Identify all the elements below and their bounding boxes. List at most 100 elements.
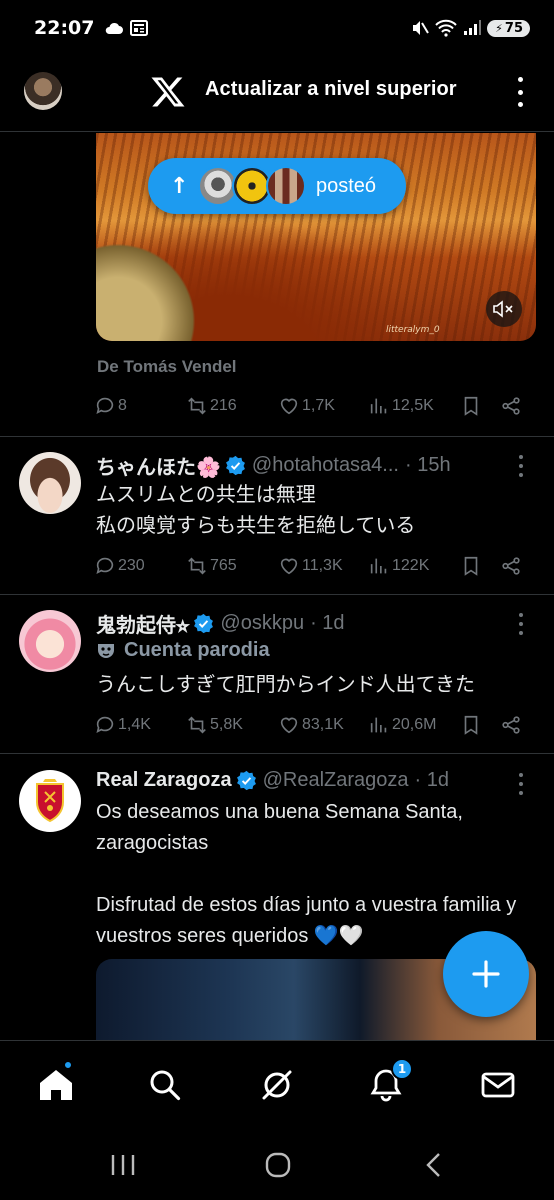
tweet-time: · 1d bbox=[310, 612, 345, 634]
timeline-feed[interactable]: litteralym_0 ↑ posteó De Tomás Vendel 8 … bbox=[0, 133, 554, 1040]
wifi-icon bbox=[435, 19, 457, 37]
bookmark-icon bbox=[464, 396, 478, 416]
share-icon bbox=[502, 716, 520, 734]
new-posts-pill[interactable]: ↑ posteó bbox=[148, 158, 406, 214]
home-system-button[interactable] bbox=[260, 1150, 296, 1180]
tweet-text: Os deseamos una buena Semana Santa, zara… bbox=[96, 801, 517, 947]
arrow-up-icon: ↑ bbox=[170, 173, 189, 199]
like-count: 11,3K bbox=[302, 557, 343, 574]
like-button[interactable]: 83,1K bbox=[278, 714, 344, 736]
verified-badge-icon bbox=[194, 613, 214, 634]
author-avatar[interactable] bbox=[19, 610, 81, 672]
status-bar: 22:07 ⚡ 75 bbox=[0, 0, 554, 56]
status-time: 22:07 bbox=[34, 17, 95, 39]
bookmark-button[interactable] bbox=[460, 714, 482, 736]
share-button[interactable] bbox=[500, 555, 522, 577]
repost-count: 216 bbox=[210, 397, 237, 414]
author-avatar[interactable] bbox=[19, 770, 81, 832]
system-navigation-bar bbox=[0, 1130, 554, 1200]
author-handle[interactable]: @RealZaragoza bbox=[263, 769, 409, 792]
repost-button[interactable]: 5,8K bbox=[186, 714, 243, 736]
author-name[interactable]: 鬼勃起侍⭐︎ bbox=[96, 609, 189, 638]
views-button[interactable]: 20,6M bbox=[368, 714, 436, 736]
heart-icon bbox=[280, 558, 298, 575]
plus-icon bbox=[472, 960, 500, 988]
author-handle[interactable]: @hotahotasa4... bbox=[252, 454, 399, 477]
profile-avatar[interactable] bbox=[24, 72, 62, 110]
heart-icon bbox=[280, 717, 298, 734]
views-count: 122K bbox=[392, 557, 430, 574]
bookmark-button[interactable] bbox=[460, 555, 482, 577]
tweet-time: · 15h bbox=[404, 454, 451, 476]
tweet-text: ムスリムとの共生は無理 私の嗅覚すらも共生を拒絶している bbox=[96, 484, 416, 537]
repost-button[interactable]: 765 bbox=[186, 555, 237, 577]
reply-count: 230 bbox=[118, 557, 145, 574]
verified-badge-icon bbox=[225, 455, 245, 476]
heart-icon bbox=[280, 398, 298, 415]
recent-apps-icon bbox=[111, 1155, 135, 1175]
tweet-more-icon[interactable] bbox=[519, 613, 525, 635]
real-zaragoza-crest-icon bbox=[36, 779, 64, 823]
upgrade-link[interactable]: Actualizar a nivel superior bbox=[205, 78, 457, 101]
mask-icon bbox=[98, 643, 114, 658]
nav-notifications[interactable]: 1 bbox=[366, 1058, 413, 1105]
battery-level: 75 bbox=[504, 20, 523, 36]
reply-button[interactable]: 8 bbox=[94, 395, 127, 417]
video-attribution[interactable]: De Tomás Vendel bbox=[97, 357, 237, 377]
home-icon bbox=[40, 1070, 72, 1100]
views-button[interactable]: 122K bbox=[368, 555, 429, 577]
share-icon bbox=[502, 397, 520, 415]
pill-avatar bbox=[266, 166, 306, 206]
tweet-more-icon[interactable] bbox=[519, 773, 525, 795]
nav-search[interactable] bbox=[145, 1065, 185, 1105]
like-button[interactable]: 11,3K bbox=[278, 555, 343, 577]
mute-video-button[interactable] bbox=[486, 291, 522, 327]
recent-apps-button[interactable] bbox=[105, 1150, 141, 1180]
back-button[interactable] bbox=[416, 1150, 452, 1180]
signal-icon bbox=[464, 20, 482, 35]
views-icon bbox=[370, 558, 387, 574]
notifications-badge: 1 bbox=[391, 1058, 413, 1080]
like-count: 83,1K bbox=[302, 716, 344, 733]
repost-count: 5,8K bbox=[210, 716, 243, 733]
repost-button[interactable]: 216 bbox=[186, 395, 237, 417]
tweet-header: 鬼勃起侍⭐︎ @oskkpu · 1d bbox=[96, 609, 345, 638]
views-button[interactable]: 12,5K bbox=[368, 395, 434, 417]
verified-badge-icon bbox=[236, 770, 256, 791]
tweet-more-icon[interactable] bbox=[519, 455, 525, 477]
views-count: 20,6M bbox=[392, 716, 437, 733]
tweet-header: Real Zaragoza @RealZaragoza · 1d bbox=[96, 769, 449, 792]
views-count: 12,5K bbox=[392, 397, 434, 414]
author-name[interactable]: ちゃんほた🌸 bbox=[96, 451, 221, 480]
like-count: 1,7K bbox=[302, 397, 335, 414]
reply-button[interactable]: 1,4K bbox=[94, 714, 151, 736]
share-button[interactable] bbox=[500, 714, 522, 736]
share-button[interactable] bbox=[500, 395, 522, 417]
author-handle[interactable]: @oskkpu bbox=[220, 612, 304, 635]
views-icon bbox=[370, 398, 387, 414]
bookmark-icon bbox=[464, 715, 478, 735]
author-name[interactable]: Real Zaragoza bbox=[96, 769, 232, 792]
reply-icon bbox=[96, 716, 114, 733]
battery-icon: ⚡ 75 bbox=[487, 19, 530, 37]
views-icon bbox=[370, 717, 387, 733]
reply-icon bbox=[96, 397, 114, 414]
back-icon bbox=[426, 1153, 440, 1177]
bottom-navigation: 1 bbox=[0, 1040, 554, 1130]
x-logo-icon[interactable] bbox=[150, 74, 186, 110]
nav-home[interactable] bbox=[36, 1060, 76, 1105]
feed-divider bbox=[0, 753, 554, 754]
home-circle-icon bbox=[265, 1152, 291, 1178]
tweet-header: ちゃんほた🌸 @hotahotasa4... · 15h bbox=[96, 451, 451, 480]
like-button[interactable]: 1,7K bbox=[278, 395, 335, 417]
compose-post-button[interactable] bbox=[443, 931, 529, 1017]
nav-grok[interactable] bbox=[257, 1065, 297, 1105]
nav-messages[interactable] bbox=[478, 1065, 518, 1105]
news-icon bbox=[130, 20, 149, 36]
reply-button[interactable]: 230 bbox=[94, 555, 145, 577]
reply-count: 1,4K bbox=[118, 716, 151, 733]
repost-icon bbox=[188, 397, 206, 415]
bookmark-button[interactable] bbox=[460, 395, 482, 417]
more-options-icon[interactable] bbox=[512, 74, 528, 110]
author-avatar[interactable] bbox=[19, 452, 81, 514]
